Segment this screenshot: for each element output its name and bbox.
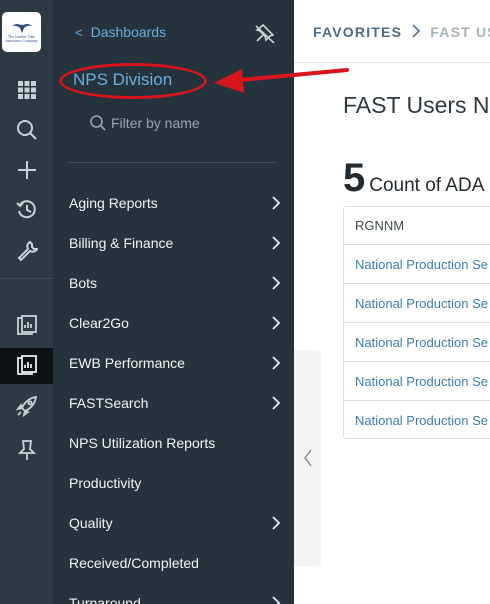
annotation-callout-ellipse [59,63,207,99]
kpi-value: 5 [343,156,366,200]
dashboard-list-item-label: Bots [69,275,98,291]
dashboard-list-item-label: EWB Performance [69,355,185,371]
filter-search-icon [90,115,106,131]
breadcrumb: FAVORITES FAST US [313,24,490,40]
chevron-right-icon [272,316,281,330]
dashboard-list-item-label: Received/Completed [69,555,199,571]
collapse-panel-tab[interactable] [294,350,321,566]
dashboard-list-item[interactable]: Aging Reports [69,183,281,223]
search-icon[interactable] [0,112,53,148]
chevron-right-icon [272,356,281,370]
unpin-icon[interactable] [254,22,276,44]
data-table: RGNNM National Production Se National Pr… [343,206,490,439]
table-row[interactable]: National Production Se [344,401,490,438]
dashboard-list-item[interactable]: Bots [69,263,281,303]
dashboard-icon[interactable] [0,308,53,344]
panel-divider [67,162,277,163]
chevron-right-icon [411,24,421,40]
chevron-right-icon [272,596,281,604]
filter-by-name-input[interactable] [111,115,261,131]
dashboard-list-item-label: Aging Reports [69,195,158,211]
dashboard-list-item[interactable]: Turnaround [69,583,281,604]
app-window: The Lender Title Insurance Company < Das… [0,0,490,604]
chevron-right-icon [272,276,281,290]
dashboard-list-item[interactable]: Productivity [69,463,281,503]
chevron-right-icon [272,196,281,210]
filter-box[interactable] [89,113,269,133]
breadcrumb-current[interactable]: FAST US [430,24,490,40]
pin-icon[interactable] [0,432,53,468]
dashboard-icon[interactable] [0,348,53,384]
dashboard-list-item[interactable]: Received/Completed [69,543,281,583]
dashboard-title: FAST Users No [343,92,490,118]
top-bar: FAVORITES FAST US [294,0,490,63]
kpi-caption: Count of ADA [369,175,485,196]
dashboard-list-item-label: Turnaround [69,595,141,604]
dashboard-list-item-label: Productivity [69,475,142,491]
dashboard-list-item[interactable]: FASTSearch [69,383,281,423]
chevron-right-icon [272,236,281,250]
dashboard-list-item[interactable]: Billing & Finance [69,223,281,263]
main-content: FAVORITES FAST US FAST Users No 5Count o… [294,0,490,604]
dashboard-list-item-label: FASTSearch [69,395,149,411]
dashboard-list-item[interactable]: Quality [69,503,281,543]
back-to-dashboards-link[interactable]: < Dashboards [75,24,166,40]
chevron-left-icon [303,449,312,467]
dashboard-list-item[interactable]: Clear2Go [69,303,281,343]
apps-grid-icon[interactable] [0,72,53,108]
table-row[interactable]: National Production Se [344,362,490,401]
dashboard-list-item-label: Clear2Go [69,315,129,331]
table-row[interactable]: National Production Se [344,284,490,323]
back-link-label: Dashboards [90,24,167,40]
eagle-logo-icon [11,23,32,33]
chevron-left-icon: < [75,24,83,40]
chevron-right-icon [272,396,281,410]
company-logo[interactable]: The Lender Title Insurance Company [2,12,41,52]
dashboard-list-item[interactable]: EWB Performance [69,343,281,383]
breadcrumb-favorites[interactable]: FAVORITES [313,24,402,40]
rail-divider [0,278,53,279]
plus-icon[interactable] [0,152,53,188]
chevron-right-icon [272,516,281,530]
rocket-icon[interactable] [0,388,53,424]
dashboard-list-item-label: Billing & Finance [69,235,174,251]
table-header[interactable]: RGNNM [344,207,490,245]
dashboard-list-item-label: NPS Utilization Reports [69,435,216,451]
dashboard-list-item[interactable]: NPS Utilization Reports [69,423,281,463]
table-row[interactable]: National Production Se [344,323,490,362]
kpi-tile: 5 Count of ADA [343,156,484,201]
dashboards-panel: < Dashboards NPS Division Aging ReportsB… [53,0,294,604]
history-icon[interactable] [0,192,53,228]
dashboard-list-item-label: Quality [69,515,113,531]
logo-text: The Lender Title Insurance Company [5,34,38,43]
icon-rail: The Lender Title Insurance Company [0,0,53,604]
wrench-icon[interactable] [0,232,53,268]
table-row[interactable]: National Production Se [344,245,490,284]
